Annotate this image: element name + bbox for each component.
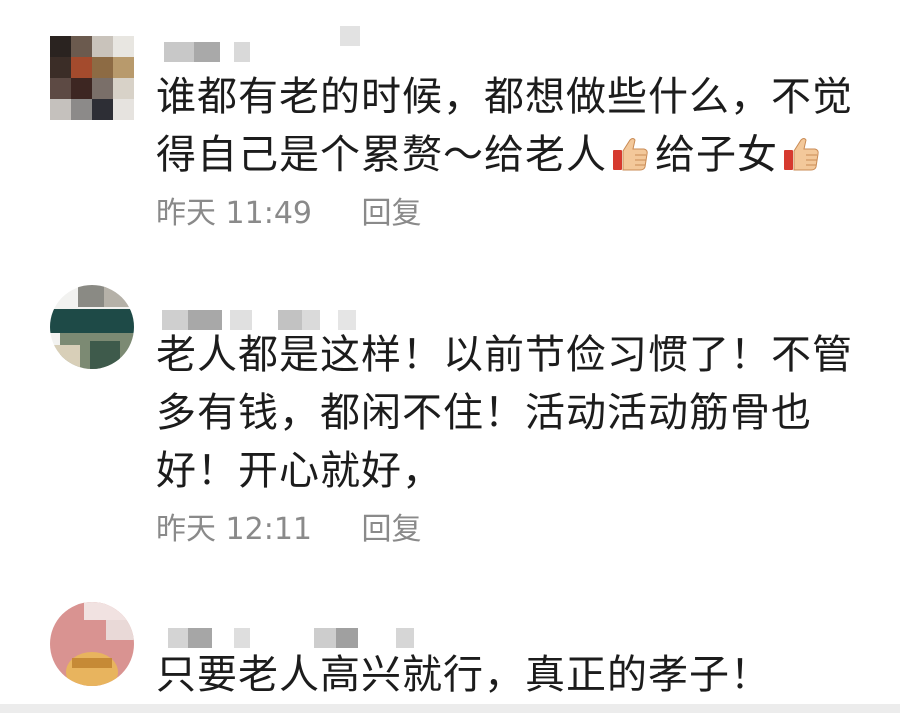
reply-button[interactable]: 回复 bbox=[362, 188, 422, 232]
avatar-image bbox=[50, 602, 134, 686]
reply-button[interactable]: 回复 bbox=[362, 504, 422, 548]
avatar[interactable] bbox=[50, 36, 134, 120]
bottom-divider bbox=[0, 704, 900, 713]
comment-text: 只要老人高兴就行，真正的孝子！ bbox=[156, 652, 771, 698]
avatar[interactable] bbox=[50, 285, 134, 369]
username-blurred[interactable] bbox=[160, 628, 420, 648]
comment-time: 昨天 11:49 bbox=[156, 196, 312, 231]
avatar-image bbox=[50, 285, 134, 369]
avatar-image bbox=[50, 36, 134, 120]
username-blurred[interactable] bbox=[160, 26, 370, 62]
comment-meta: 昨天 11:49 回复 bbox=[156, 188, 422, 232]
thumbs-up-icon bbox=[611, 132, 651, 172]
comment-meta: 昨天 12:11 回复 bbox=[156, 504, 422, 548]
avatar[interactable] bbox=[50, 602, 134, 686]
comment-time: 昨天 12:11 bbox=[156, 512, 312, 547]
thumbs-up-icon bbox=[782, 132, 822, 172]
comment-text: 谁都有老的时候，都想做些什么，不觉得自己是个累赘～给老人 给子女 bbox=[156, 74, 853, 178]
comment-text: 老人都是这样！以前节俭习惯了！不管多有钱，都闲不住！活动活动筋骨也好！开心就好， bbox=[156, 332, 853, 494]
